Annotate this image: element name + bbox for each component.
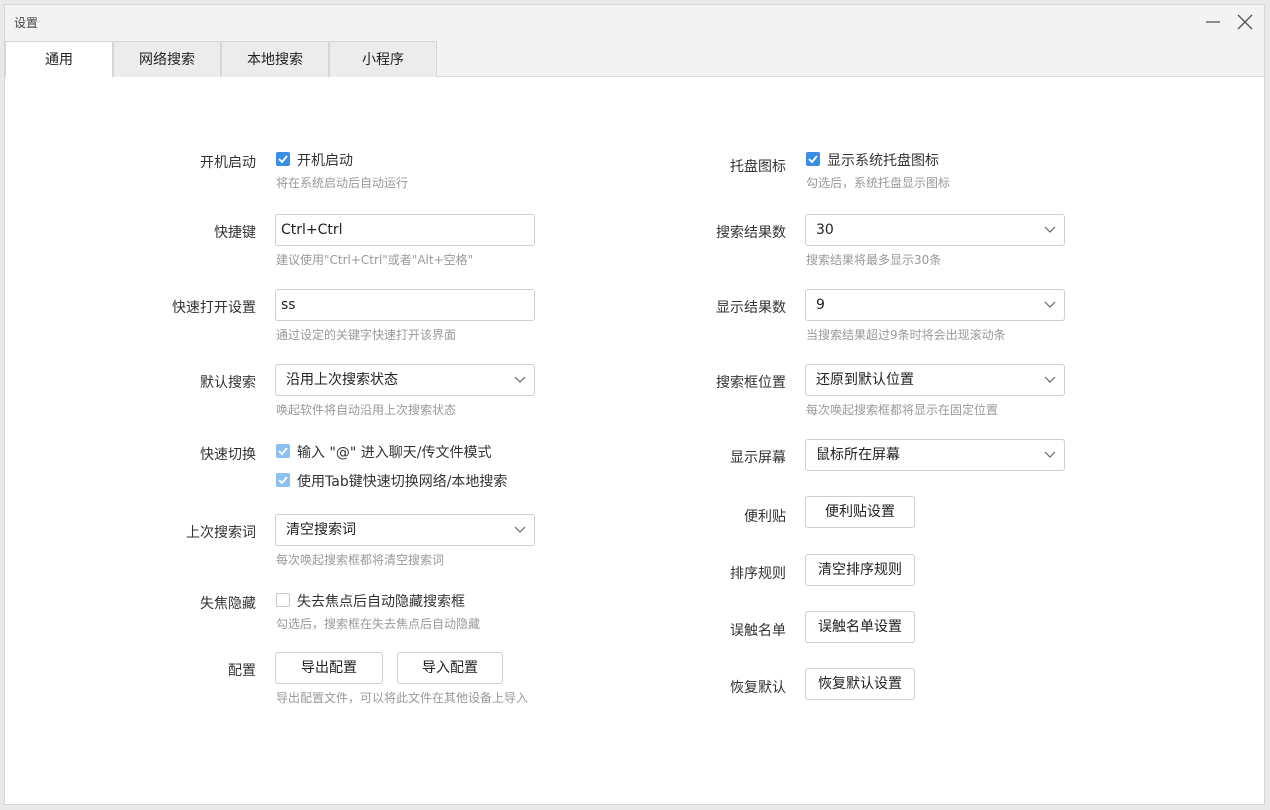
mistouch-settings-button[interactable]: 误触名单设置 bbox=[805, 611, 915, 643]
tab-web-search[interactable]: 网络搜索 bbox=[113, 41, 221, 77]
blur-hide-hint: 勾选后，搜索框在失去焦点后自动隐藏 bbox=[276, 617, 481, 631]
blur-hide-label: 失焦隐藏 bbox=[200, 596, 256, 612]
box-position-select[interactable]: 还原到默认位置 bbox=[805, 364, 1065, 396]
last-query-select[interactable]: 清空搜索词 bbox=[275, 514, 535, 546]
default-search-select[interactable]: 沿用上次搜索状态 bbox=[275, 364, 535, 396]
tray-checkbox[interactable] bbox=[806, 152, 820, 166]
config-label: 配置 bbox=[228, 663, 256, 679]
screen-value: 鼠标所在屏幕 bbox=[816, 447, 900, 463]
display-count-value: 9 bbox=[816, 297, 825, 313]
title-bar: 设置 bbox=[5, 5, 1264, 41]
autostart-checkbox[interactable] bbox=[276, 152, 290, 166]
quick-open-label: 快速打开设置 bbox=[172, 300, 256, 316]
tray-checkbox-label[interactable]: 显示系统托盘图标 bbox=[827, 150, 939, 170]
close-button[interactable] bbox=[1234, 11, 1256, 33]
chevron-down-icon bbox=[514, 376, 526, 383]
quick-open-input[interactable]: ss bbox=[275, 289, 535, 321]
check-icon bbox=[278, 447, 288, 456]
box-position-value: 还原到默认位置 bbox=[816, 372, 914, 388]
chat-mode-checkbox-label[interactable]: 输入 "@" 进入聊天/传文件模式 bbox=[297, 442, 492, 462]
display-count-label: 显示结果数 bbox=[716, 300, 786, 316]
quick-switch-label: 快速切换 bbox=[200, 447, 256, 463]
chevron-down-icon bbox=[1044, 226, 1056, 233]
blur-hide-checkbox-label[interactable]: 失去焦点后自动隐藏搜索框 bbox=[297, 591, 465, 611]
check-icon bbox=[278, 155, 288, 164]
import-config-button[interactable]: 导入配置 bbox=[397, 652, 503, 684]
sticky-settings-button[interactable]: 便利贴设置 bbox=[805, 496, 915, 528]
autostart-checkbox-label[interactable]: 开机启动 bbox=[297, 150, 353, 170]
result-count-value: 30 bbox=[816, 222, 834, 238]
last-query-label: 上次搜索词 bbox=[186, 525, 256, 541]
display-count-hint: 当搜索结果超过9条时将会出现滚动条 bbox=[806, 328, 1006, 342]
close-icon bbox=[1237, 14, 1253, 30]
tab-general[interactable]: 通用 bbox=[5, 41, 113, 77]
tab-bar: 通用 网络搜索 本地搜索 小程序 bbox=[5, 41, 1264, 77]
result-count-select[interactable]: 30 bbox=[805, 214, 1065, 246]
tray-label: 托盘图标 bbox=[730, 159, 786, 175]
box-position-hint: 每次唤起搜索框都将显示在固定位置 bbox=[806, 403, 999, 417]
hotkey-input[interactable]: Ctrl+Ctrl bbox=[275, 214, 535, 246]
autostart-label: 开机启动 bbox=[200, 155, 256, 171]
sticky-label: 便利贴 bbox=[744, 509, 786, 525]
last-query-hint: 每次唤起搜索框都将清空搜索词 bbox=[276, 553, 445, 567]
box-position-label: 搜索框位置 bbox=[716, 375, 786, 391]
default-search-value: 沿用上次搜索状态 bbox=[286, 372, 398, 388]
export-config-button[interactable]: 导出配置 bbox=[275, 652, 383, 684]
autostart-hint: 将在系统启动后自动运行 bbox=[276, 176, 409, 190]
minimize-button[interactable] bbox=[1202, 11, 1224, 33]
hotkey-label: 快捷键 bbox=[214, 225, 256, 241]
config-hint: 导出配置文件，可以将此文件在其他设备上导入 bbox=[276, 691, 529, 705]
tab-switch-checkbox-label[interactable]: 使用Tab键快速切换网络/本地搜索 bbox=[297, 471, 507, 491]
hotkey-hint: 建议使用"Ctrl+Ctrl"或者"Alt+空格" bbox=[276, 253, 474, 267]
tab-mini-programs[interactable]: 小程序 bbox=[329, 41, 437, 77]
chevron-down-icon bbox=[1044, 451, 1056, 458]
chevron-down-icon bbox=[1044, 301, 1056, 308]
sort-label: 排序规则 bbox=[730, 566, 786, 582]
blur-hide-checkbox[interactable] bbox=[276, 593, 290, 607]
clear-sort-button[interactable]: 清空排序规则 bbox=[805, 554, 915, 586]
mistouch-label: 误触名单 bbox=[730, 623, 786, 639]
check-icon bbox=[278, 476, 288, 485]
window-title: 设置 bbox=[14, 16, 39, 30]
restore-label: 恢复默认 bbox=[730, 680, 786, 696]
chevron-down-icon bbox=[514, 526, 526, 533]
result-count-label: 搜索结果数 bbox=[716, 225, 786, 241]
minimize-icon bbox=[1206, 21, 1220, 23]
restore-defaults-button[interactable]: 恢复默认设置 bbox=[805, 668, 915, 700]
tab-switch-checkbox[interactable] bbox=[276, 473, 290, 487]
check-icon bbox=[808, 155, 818, 164]
chevron-down-icon bbox=[1044, 376, 1056, 383]
quick-open-hint: 通过设定的关键字快速打开该界面 bbox=[276, 328, 457, 342]
settings-window: 设置 通用 网络搜索 本地搜索 小程序 开机启动 开机启动 将在系统启动后自动运… bbox=[4, 4, 1265, 805]
result-count-hint: 搜索结果将最多显示30条 bbox=[806, 253, 942, 267]
screen-label: 显示屏幕 bbox=[730, 450, 786, 466]
default-search-hint: 唤起软件将自动沿用上次搜索状态 bbox=[276, 403, 457, 417]
screen-select[interactable]: 鼠标所在屏幕 bbox=[805, 439, 1065, 471]
general-settings-panel: 开机启动 开机启动 将在系统启动后自动运行 快捷键 Ctrl+Ctrl 建议使用… bbox=[5, 77, 1264, 804]
default-search-label: 默认搜索 bbox=[200, 375, 256, 391]
display-count-select[interactable]: 9 bbox=[805, 289, 1065, 321]
tray-hint: 勾选后，系统托盘显示图标 bbox=[806, 176, 951, 190]
chat-mode-checkbox[interactable] bbox=[276, 444, 290, 458]
tab-local-search[interactable]: 本地搜索 bbox=[221, 41, 329, 77]
last-query-value: 清空搜索词 bbox=[286, 522, 356, 538]
